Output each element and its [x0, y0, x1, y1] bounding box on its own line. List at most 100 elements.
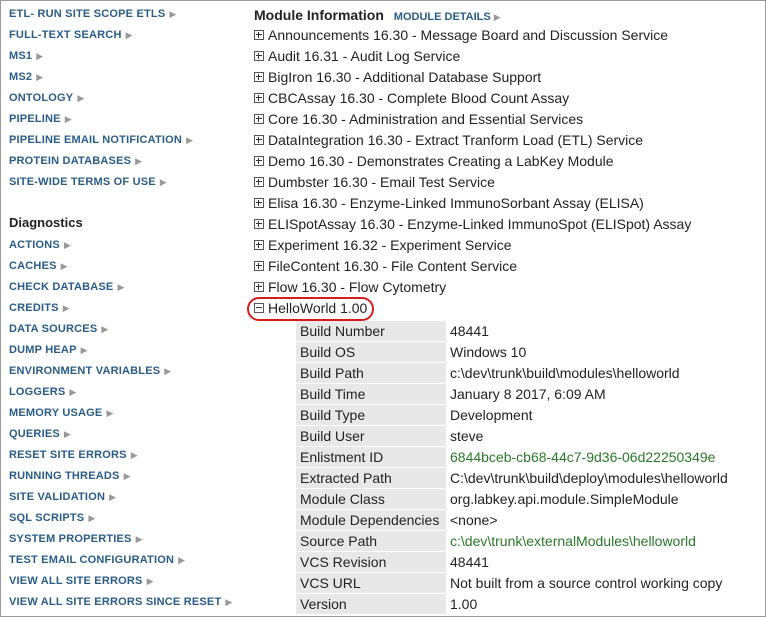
sidebar-link-ms1[interactable]: MS1 ▶	[9, 50, 43, 62]
sidebar-link-ms2[interactable]: MS2 ▶	[9, 71, 43, 83]
property-key: Build User	[296, 426, 446, 446]
property-value: org.labkey.api.module.SimpleModule	[450, 491, 679, 507]
expand-plus-icon[interactable]	[254, 156, 264, 167]
expand-plus-icon[interactable]	[254, 219, 264, 230]
property-value: Not built from a source control working …	[450, 575, 723, 591]
diag-link-memory-usage[interactable]: MEMORY USAGE ▶	[9, 407, 114, 419]
chevron-right-icon: ▶	[80, 345, 88, 355]
expand-plus-icon[interactable]	[254, 240, 264, 251]
diag-link-sql-scripts[interactable]: SQL SCRIPTS ▶	[9, 512, 95, 524]
module-row-flow[interactable]: Flow 16.30 - Flow Cytometry	[254, 279, 446, 295]
diag-link-data-sources[interactable]: DATA SOURCES ▶	[9, 323, 109, 335]
diag-link-caches[interactable]: CACHES ▶	[9, 260, 68, 272]
property-key: Build Type	[296, 405, 446, 425]
property-value: c:\dev\trunk\build\modules\helloworld	[450, 365, 680, 381]
expand-plus-icon[interactable]	[254, 51, 264, 62]
module-details-link[interactable]: MODULE DETAILS ▶	[394, 11, 501, 23]
module-row-filecontent[interactable]: FileContent 16.30 - File Content Service	[254, 258, 517, 274]
diag-link-test-email-configuration[interactable]: TEST EMAIL CONFIGURATION ▶	[9, 554, 185, 566]
sidebar-link-ontology[interactable]: ONTOLOGY ▶	[9, 92, 84, 104]
property-key: Version	[296, 594, 446, 614]
page-frame: ETL- RUN SITE SCOPE ETLS ▶ FULL-TEXT SEAR…	[0, 0, 766, 617]
diag-link-dump-heap[interactable]: DUMP HEAP ▶	[9, 344, 88, 356]
module-row-announcements[interactable]: Announcements 16.30 - Message Board and …	[254, 27, 668, 43]
property-value: C:\dev\trunk\build\deploy\modules\hellow…	[450, 470, 728, 486]
module-row-demo[interactable]: Demo 16.30 - Demonstrates Creating a Lab…	[254, 153, 614, 169]
expand-plus-icon[interactable]	[254, 72, 264, 83]
chevron-right-icon: ▶	[63, 429, 72, 439]
module-row-bigiron[interactable]: BigIron 16.30 - Additional Database Supp…	[254, 69, 541, 85]
module-row-elispotassay[interactable]: ELISpotAssay 16.30 - Enzyme-Linked Immun…	[254, 216, 691, 232]
expand-plus-icon[interactable]	[254, 282, 264, 293]
diag-link-credits[interactable]: CREDITS ▶	[9, 302, 70, 314]
diag-link-loggers[interactable]: LOGGERS ▶	[9, 386, 77, 398]
chevron-right-icon: ▶	[130, 450, 138, 460]
chevron-right-icon: ▶	[135, 156, 143, 166]
chevron-right-icon: ▶	[60, 261, 68, 271]
module-row-dumbster[interactable]: Dumbster 16.30 - Email Test Service	[254, 174, 495, 190]
diag-link-system-properties[interactable]: SYSTEM PROPERTIES ▶	[9, 533, 143, 545]
chevron-right-icon: ▶	[493, 12, 501, 22]
chevron-right-icon: ▶	[101, 324, 109, 334]
property-value: 48441	[450, 554, 489, 570]
property-key: Build Number	[296, 321, 446, 341]
enlistment-id-link[interactable]: 6844bceb-cb68-44c7-9d36-06d22250349e	[450, 447, 715, 468]
expand-plus-icon[interactable]	[254, 135, 264, 146]
chevron-right-icon: ▶	[186, 135, 194, 145]
chevron-right-icon: ▶	[135, 534, 143, 544]
sidebar-link-full-text-search[interactable]: FULL-TEXT SEARCH ▶	[9, 29, 133, 41]
expand-plus-icon[interactable]	[254, 261, 264, 272]
chevron-right-icon: ▶	[225, 597, 233, 607]
sidebar-link-pipeline-email-notification[interactable]: PIPELINE EMAIL NOTIFICATION ▶	[9, 134, 193, 146]
expand-plus-icon[interactable]	[254, 198, 264, 209]
module-row-cbcassay[interactable]: CBCAssay 16.30 - Complete Blood Count As…	[254, 90, 569, 106]
diag-link-reset-site-errors[interactable]: RESET SITE ERRORS ▶	[9, 449, 138, 461]
expand-plus-icon[interactable]	[254, 114, 264, 125]
chevron-right-icon: ▶	[36, 51, 44, 61]
property-value: Windows 10	[450, 344, 527, 360]
chevron-right-icon: ▶	[106, 408, 114, 418]
diag-link-queries[interactable]: QUERIES ▶	[9, 428, 71, 440]
property-key: Build Path	[296, 363, 446, 383]
chevron-right-icon: ▶	[63, 240, 72, 250]
chevron-right-icon: ▶	[125, 30, 133, 40]
diag-link-actions[interactable]: ACTIONS ▶	[9, 239, 71, 251]
property-value: January 8 2017, 6:09 AM	[450, 386, 606, 402]
module-row-dataintegration[interactable]: DataIntegration 16.30 - Extract Tranform…	[254, 132, 643, 148]
expand-plus-icon[interactable]	[254, 177, 264, 188]
chevron-right-icon: ▶	[62, 303, 70, 313]
property-key: Extracted Path	[296, 468, 446, 488]
diag-link-running-threads[interactable]: RUNNING THREADS ▶	[9, 470, 131, 482]
property-key: Module Class	[296, 489, 446, 509]
sidebar-link-etl-run-site-scope-etls[interactable]: ETL- RUN SITE SCOPE ETLS ▶	[9, 8, 177, 20]
property-key: VCS URL	[296, 573, 446, 593]
module-row-audit[interactable]: Audit 16.31 - Audit Log Service	[254, 48, 460, 64]
module-row-core[interactable]: Core 16.30 - Administration and Essentia…	[254, 111, 583, 127]
panel-title: Module Information MODULE DETAILS ▶	[254, 7, 501, 23]
source-path-link[interactable]: c:\dev\trunk\externalModules\helloworld	[450, 531, 696, 552]
chevron-right-icon: ▶	[159, 177, 167, 187]
property-key: VCS Revision	[296, 552, 446, 572]
sidebar-link-protein-databases[interactable]: PROTEIN DATABASES ▶	[9, 155, 142, 167]
chevron-right-icon: ▶	[69, 387, 77, 397]
chevron-right-icon: ▶	[178, 555, 186, 565]
property-value: Development	[450, 407, 533, 423]
module-row-experiment[interactable]: Experiment 16.32 - Experiment Service	[254, 237, 512, 253]
property-key: Build OS	[296, 342, 446, 362]
diag-link-view-all-site-errors[interactable]: VIEW ALL SITE ERRORS ▶	[9, 575, 154, 587]
diagnostics-heading: Diagnostics	[9, 215, 83, 230]
module-row-elisa[interactable]: Elisa 16.30 - Enzyme-Linked ImmunoSorban…	[254, 195, 644, 211]
diag-link-view-all-site-errors-since-reset[interactable]: VIEW ALL SITE ERRORS SINCE RESET ▶	[9, 596, 233, 608]
expand-plus-icon[interactable]	[254, 93, 264, 104]
chevron-right-icon: ▶	[64, 114, 72, 124]
module-row-helloworld[interactable]: HelloWorld 1.00	[254, 300, 367, 316]
sidebar-link-pipeline[interactable]: PIPELINE ▶	[9, 113, 72, 125]
expand-plus-icon[interactable]	[254, 30, 264, 41]
diag-link-environment-variables[interactable]: ENVIRONMENT VARIABLES ▶	[9, 365, 171, 377]
diag-link-site-validation[interactable]: SITE VALIDATION ▶	[9, 491, 116, 503]
property-key: Source Path	[296, 531, 446, 551]
sidebar-link-site-wide-terms-of-use[interactable]: SITE-WIDE TERMS OF USE ▶	[9, 176, 167, 188]
property-key: Enlistment ID	[296, 447, 446, 467]
collapse-minus-icon[interactable]	[254, 303, 264, 314]
diag-link-check-database[interactable]: CHECK DATABASE ▶	[9, 281, 125, 293]
